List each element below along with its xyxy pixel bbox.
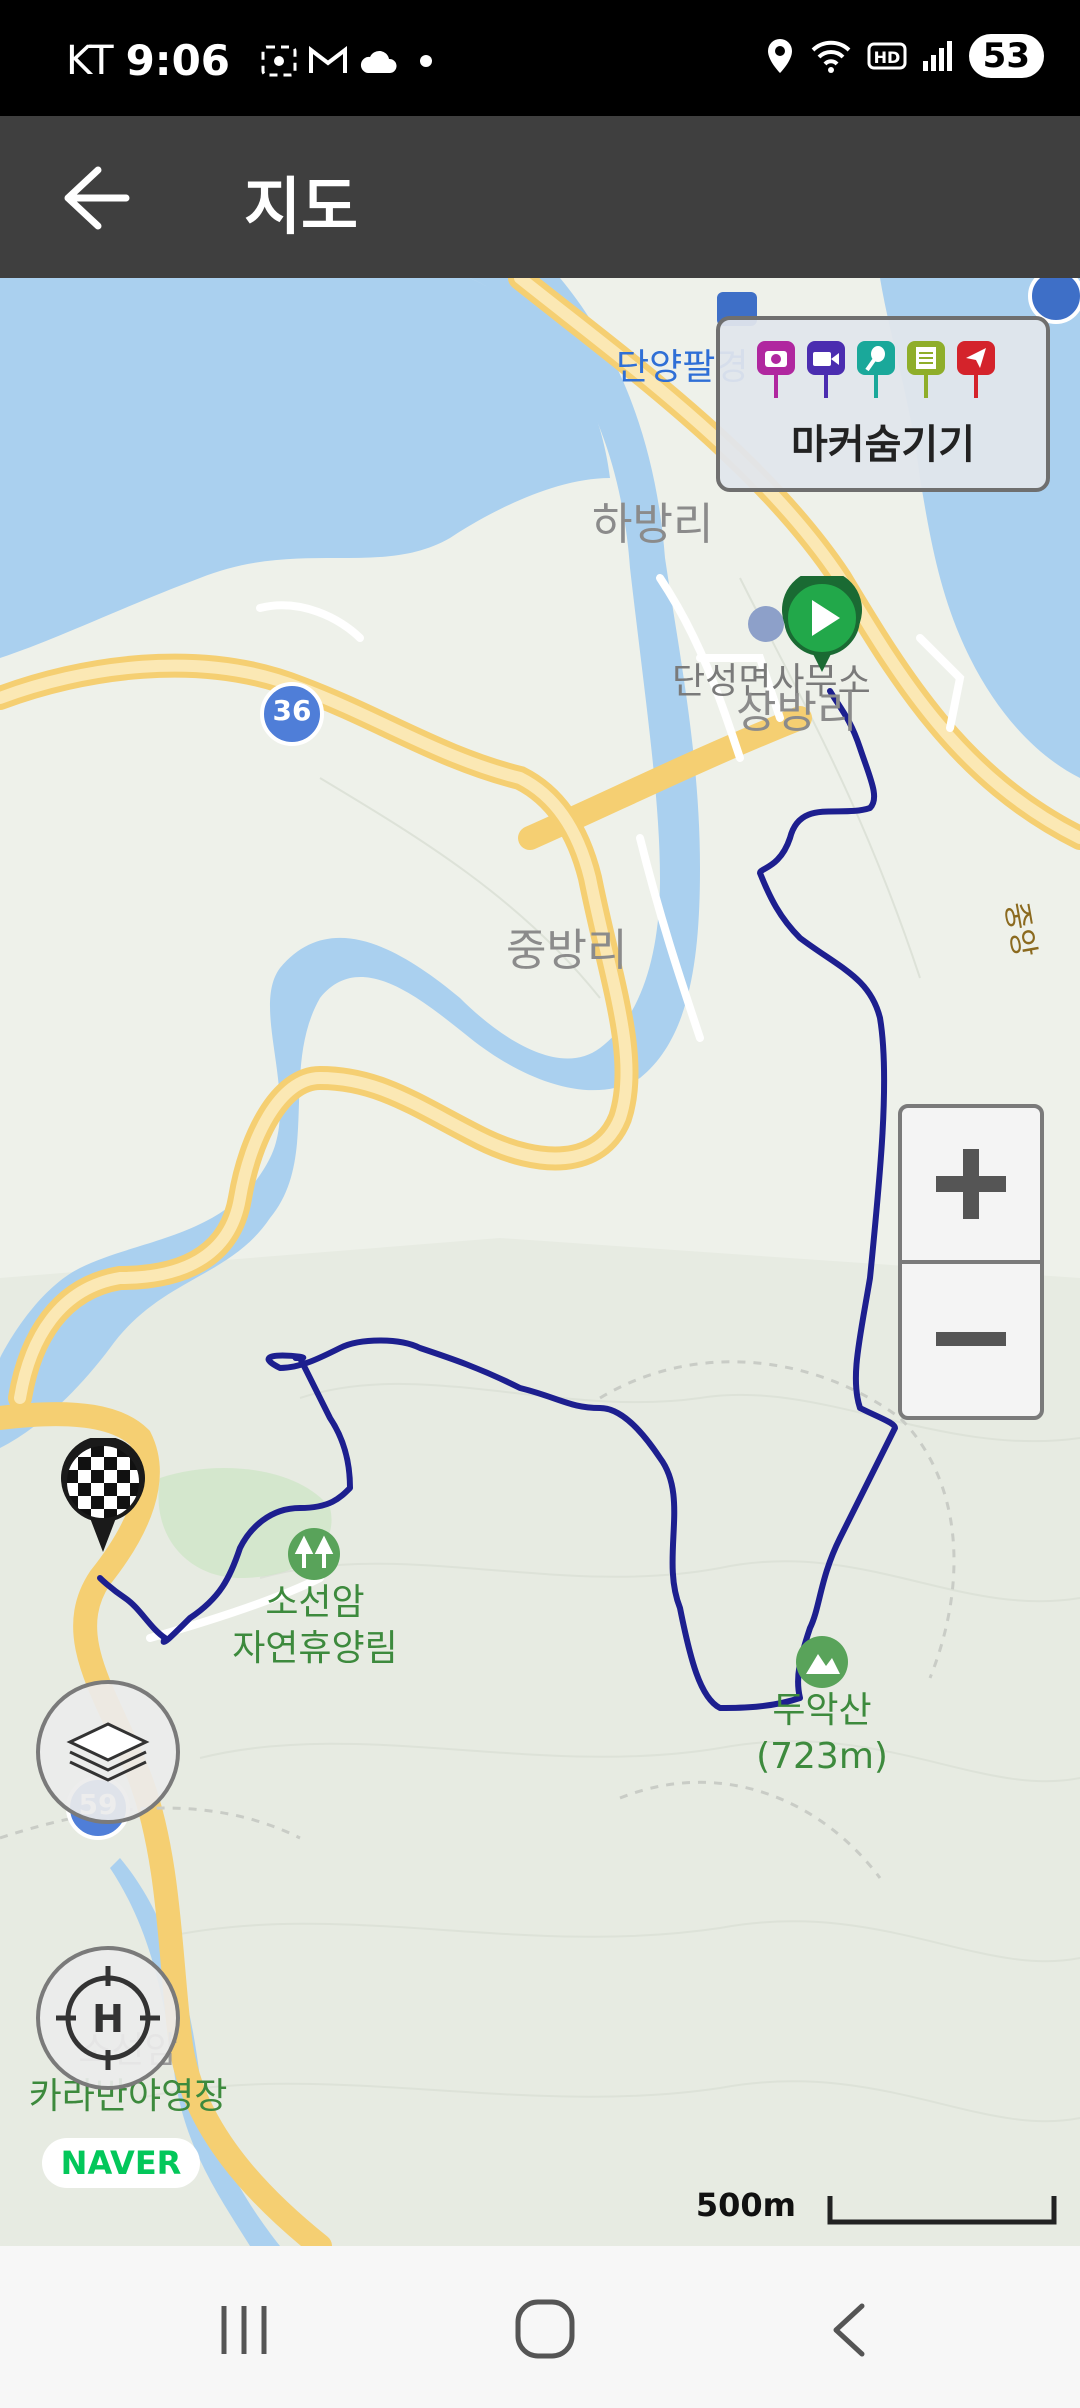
scale-bar: 500m: [678, 2186, 1058, 2228]
map-label-habangri: 하방리: [592, 499, 714, 550]
start-marker[interactable]: [780, 576, 864, 676]
status-right: HD 53: [765, 34, 1044, 78]
office-poi-icon: [748, 606, 784, 642]
battery-level: 53: [968, 34, 1044, 78]
layers-button[interactable]: [36, 1680, 180, 1824]
gmail-icon: [309, 45, 348, 73]
app-bar: 지도: [0, 116, 1080, 278]
arrow-left-icon[interactable]: [54, 160, 134, 236]
map-view[interactable]: 단양팔경 하방리 단성면사무소 상방리 36 중방리 중앙 소선암 자연휴양림 …: [0, 278, 1080, 2246]
zoom-out-button[interactable]: [902, 1264, 1040, 1416]
zoom-controls: [898, 1104, 1044, 1420]
carrier: KT: [66, 37, 114, 84]
camera-icon: [757, 341, 795, 398]
back-icon[interactable]: [826, 2300, 870, 2360]
mountain-label-name: 두악산: [772, 1690, 872, 1731]
status-bar: KT 9:06 HD 53: [0, 0, 1080, 116]
zoom-in-button[interactable]: [902, 1108, 1040, 1264]
hd-icon: HD: [867, 42, 907, 70]
location-icon: [767, 39, 792, 73]
microphone-icon: [857, 341, 895, 398]
forest-label-line1: 소선암: [265, 1582, 365, 1623]
plus-icon: [936, 1149, 1006, 1219]
video-icon: [807, 341, 845, 398]
my-location-button[interactable]: H: [36, 1946, 180, 2090]
scale-ruler: [827, 2196, 1057, 2225]
naver-logo: NAVER: [42, 2138, 200, 2188]
map-label-jungbangri: 중방리: [506, 925, 628, 976]
map-label-road-side: 중앙: [997, 899, 1042, 960]
minus-icon: [936, 1332, 1006, 1346]
system-nav-bar: [0, 2246, 1080, 2408]
mountain-label-height: (723m): [756, 1736, 888, 1777]
signal-icon: [922, 41, 952, 71]
svg-text:H: H: [92, 1997, 124, 2041]
marker-hide-label: 마커숨기기: [791, 422, 975, 468]
flag-icon: [957, 341, 995, 398]
wifi-icon: [811, 40, 851, 73]
scale-label: 500m: [695, 2186, 796, 2224]
layers-icon: [66, 1722, 150, 1782]
map-label-sangbangri: 상방리: [736, 687, 858, 738]
home-icon[interactable]: [514, 2298, 576, 2360]
forest-label-line2: 자연휴양림: [232, 1628, 398, 1669]
screenshot-icon: [261, 45, 297, 76]
map-label-mountain: 두악산 (723m): [740, 1688, 904, 1780]
memo-icon: [907, 341, 945, 398]
clock: 9:06: [125, 36, 231, 85]
page-title: 지도: [244, 170, 359, 243]
marker-type-pins: [756, 340, 996, 398]
cloud-icon: [360, 50, 397, 73]
svg-text:HD: HD: [873, 48, 900, 67]
end-marker[interactable]: [58, 1438, 148, 1554]
marker-hide-panel[interactable]: 마커숨기기: [716, 316, 1050, 492]
notification-icons: [260, 44, 438, 78]
dot-icon: [420, 54, 433, 67]
road-number-36: 36: [272, 694, 312, 727]
recent-apps-icon[interactable]: [214, 2302, 274, 2358]
status-left: KT 9:06: [66, 36, 438, 85]
helipad-icon: H: [56, 1966, 160, 2070]
map-label-forest: 소선암 자연휴양림: [222, 1580, 408, 1672]
